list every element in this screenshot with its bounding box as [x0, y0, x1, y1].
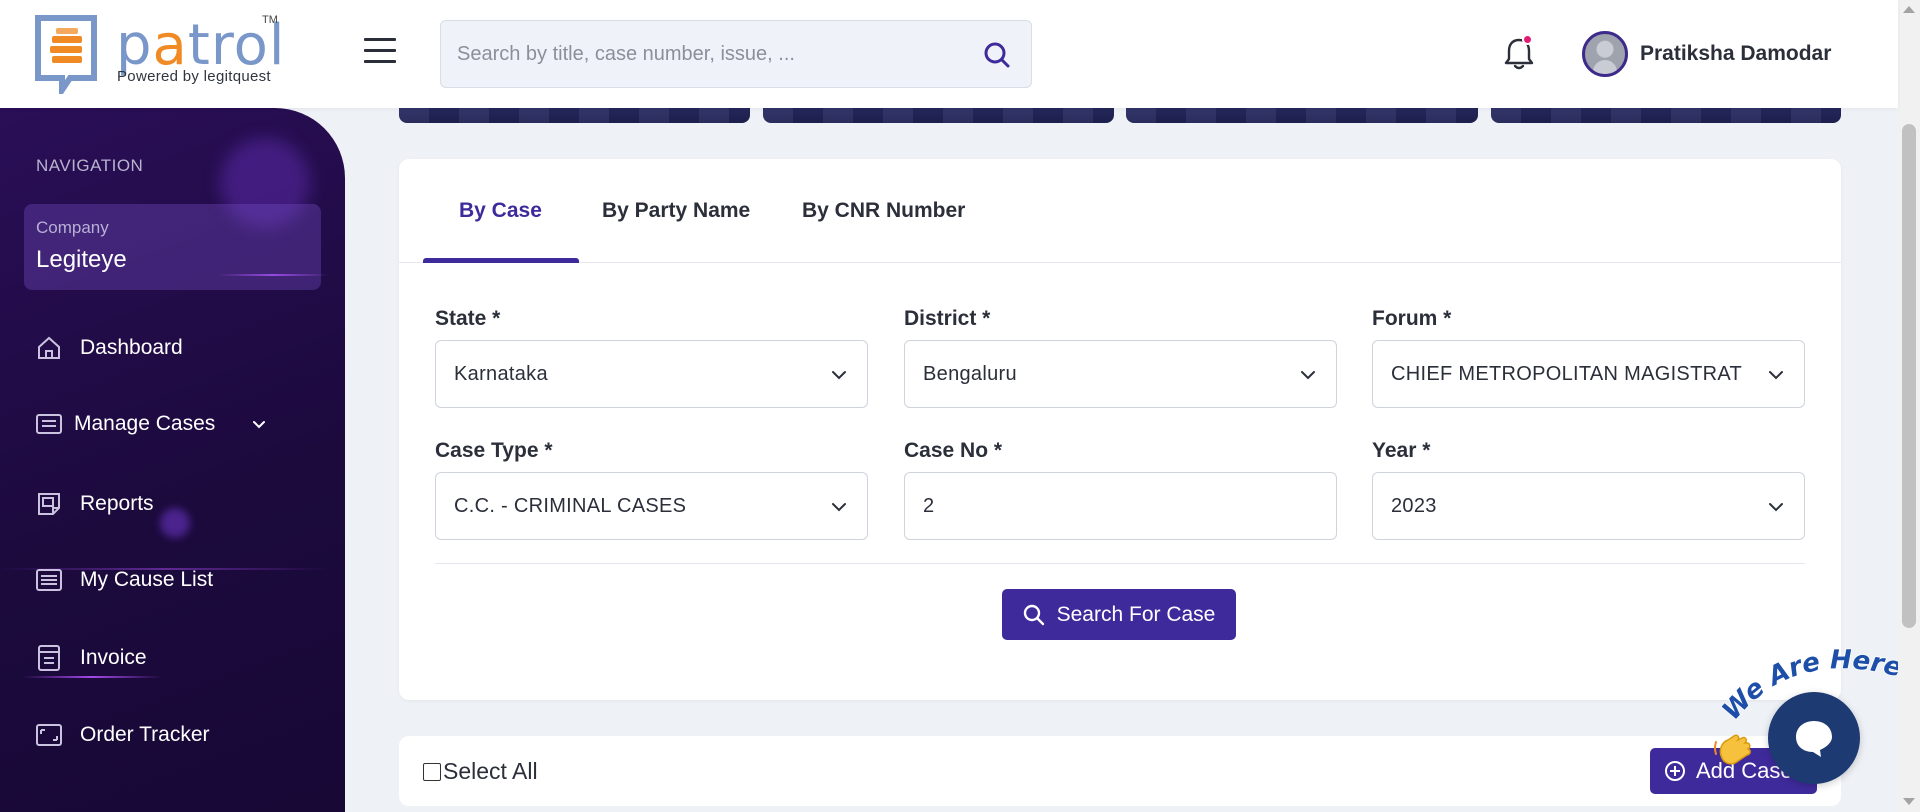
active-tab-indicator — [423, 258, 579, 263]
list-icon — [34, 565, 64, 595]
scroll-down-arrow[interactable] — [1903, 798, 1915, 805]
sidebar: NAVIGATION Company Legiteye Dashboard Ma… — [0, 108, 345, 812]
nav-heading: NAVIGATION — [36, 156, 144, 175]
search-tabs: By Case By Party Name By CNR Number — [399, 159, 1841, 263]
reports-icon — [34, 489, 64, 519]
sidebar-item-label: Manage Cases — [74, 412, 216, 435]
forum-value: CHIEF METROPOLITAN MAGISTRAT — [1391, 363, 1743, 385]
search-for-case-label: Search For Case — [1056, 602, 1216, 626]
sidebar-item-label: Dashboard — [80, 336, 183, 359]
search-input[interactable] — [457, 21, 957, 87]
user-name: Pratiksha Damodar — [1640, 42, 1832, 65]
sidebar-item-label: Reports — [80, 492, 154, 515]
notifications-button[interactable] — [1502, 34, 1536, 72]
district-value: Bengaluru — [923, 363, 1017, 385]
case-search-card: By Case By Party Name By CNR Number Stat… — [399, 159, 1841, 700]
chevron-down-icon — [1769, 371, 1783, 380]
form-divider — [435, 563, 1805, 564]
sidebar-item-dashboard[interactable]: Dashboard — [34, 328, 183, 368]
state-value: Karnataka — [454, 363, 548, 385]
district-select[interactable]: Bengaluru — [904, 340, 1337, 408]
case-type-value: C.C. - CRIMINAL CASES — [454, 495, 687, 517]
sidebar-item-manage-cases[interactable]: Manage Cases — [34, 404, 269, 444]
state-label: State * — [435, 307, 501, 330]
select-all-label: Select All — [443, 758, 538, 784]
chat-bubble-icon — [1796, 721, 1832, 757]
search-icon — [1023, 604, 1044, 625]
year-value: 2023 — [1391, 495, 1437, 517]
tracker-icon — [34, 720, 64, 750]
select-all-checkbox[interactable] — [423, 762, 441, 781]
tab-by-party-name[interactable]: By Party Name — [602, 199, 750, 223]
forum-label: Forum * — [1372, 307, 1452, 330]
forum-select[interactable]: CHIEF METROPOLITAN MAGISTRAT — [1372, 340, 1805, 408]
logo-mark-icon — [35, 15, 97, 94]
sidebar-item-label: Order Tracker — [80, 723, 210, 746]
sidebar-item-label: Invoice — [80, 646, 147, 669]
sidebar-glow — [160, 508, 190, 538]
case-no-value: 2 — [923, 495, 935, 517]
chevron-down-icon — [832, 371, 846, 380]
logo-powered-by: Powered by legitquest — [117, 68, 271, 85]
company-label: Company — [36, 218, 109, 237]
notification-badge — [1522, 34, 1533, 45]
year-label: Year * — [1372, 439, 1431, 462]
tab-by-cnr-number[interactable]: By CNR Number — [802, 199, 965, 223]
home-icon — [34, 333, 64, 363]
chevron-down-icon — [1301, 371, 1315, 380]
sidebar-item-label: My Cause List — [80, 568, 214, 591]
chevron-down-icon — [832, 503, 846, 512]
sidebar-item-my-cause-list[interactable]: My Cause List — [34, 560, 213, 600]
global-search — [440, 20, 1032, 88]
case-type-select[interactable]: C.C. - CRIMINAL CASES — [435, 472, 868, 540]
sidebar-item-reports[interactable]: Reports — [34, 484, 154, 524]
case-type-label: Case Type * — [435, 439, 553, 462]
tab-by-case[interactable]: By Case — [459, 199, 542, 223]
search-icon[interactable] — [983, 41, 1011, 69]
patrol-logo[interactable]: patrol TM Powered by legitquest — [34, 14, 284, 94]
search-for-case-button[interactable]: Search For Case — [1002, 589, 1236, 640]
year-select[interactable]: 2023 — [1372, 472, 1805, 540]
logo-trademark: TM — [262, 14, 278, 26]
company-name: Legiteye — [36, 246, 127, 273]
avatar — [1582, 31, 1628, 77]
case-no-input[interactable]: 2 — [904, 472, 1337, 540]
chat-launcher-button[interactable] — [1768, 692, 1860, 784]
sidebar-item-invoice[interactable]: Invoice — [34, 638, 147, 678]
company-switcher[interactable]: Company Legiteye — [24, 204, 321, 290]
case-list-toolbar: Select All Add Case — [399, 736, 1841, 806]
top-header: patrol TM Powered by legitquest Pratiksh… — [0, 0, 1898, 108]
cases-icon — [34, 409, 64, 439]
page-scrollbar[interactable] — [1898, 0, 1920, 812]
chevron-down-icon — [1769, 503, 1783, 512]
sidebar-item-order-tracker[interactable]: Order Tracker — [34, 715, 210, 755]
chevron-down-icon[interactable] — [249, 414, 269, 434]
invoice-icon — [34, 643, 64, 673]
plus-circle-icon — [1665, 761, 1685, 781]
user-menu[interactable]: Pratiksha Damodar — [1582, 30, 1831, 78]
state-select[interactable]: Karnataka — [435, 340, 868, 408]
select-all-control[interactable]: Select All — [423, 758, 538, 785]
waving-hand-icon — [1714, 734, 1751, 765]
scroll-up-arrow[interactable] — [1903, 6, 1915, 13]
scroll-thumb[interactable] — [1902, 124, 1916, 628]
menu-toggle-button[interactable] — [364, 38, 396, 68]
case-no-label: Case No * — [904, 439, 1003, 462]
district-label: District * — [904, 307, 991, 330]
logo-wordmark: patrol — [116, 13, 286, 78]
